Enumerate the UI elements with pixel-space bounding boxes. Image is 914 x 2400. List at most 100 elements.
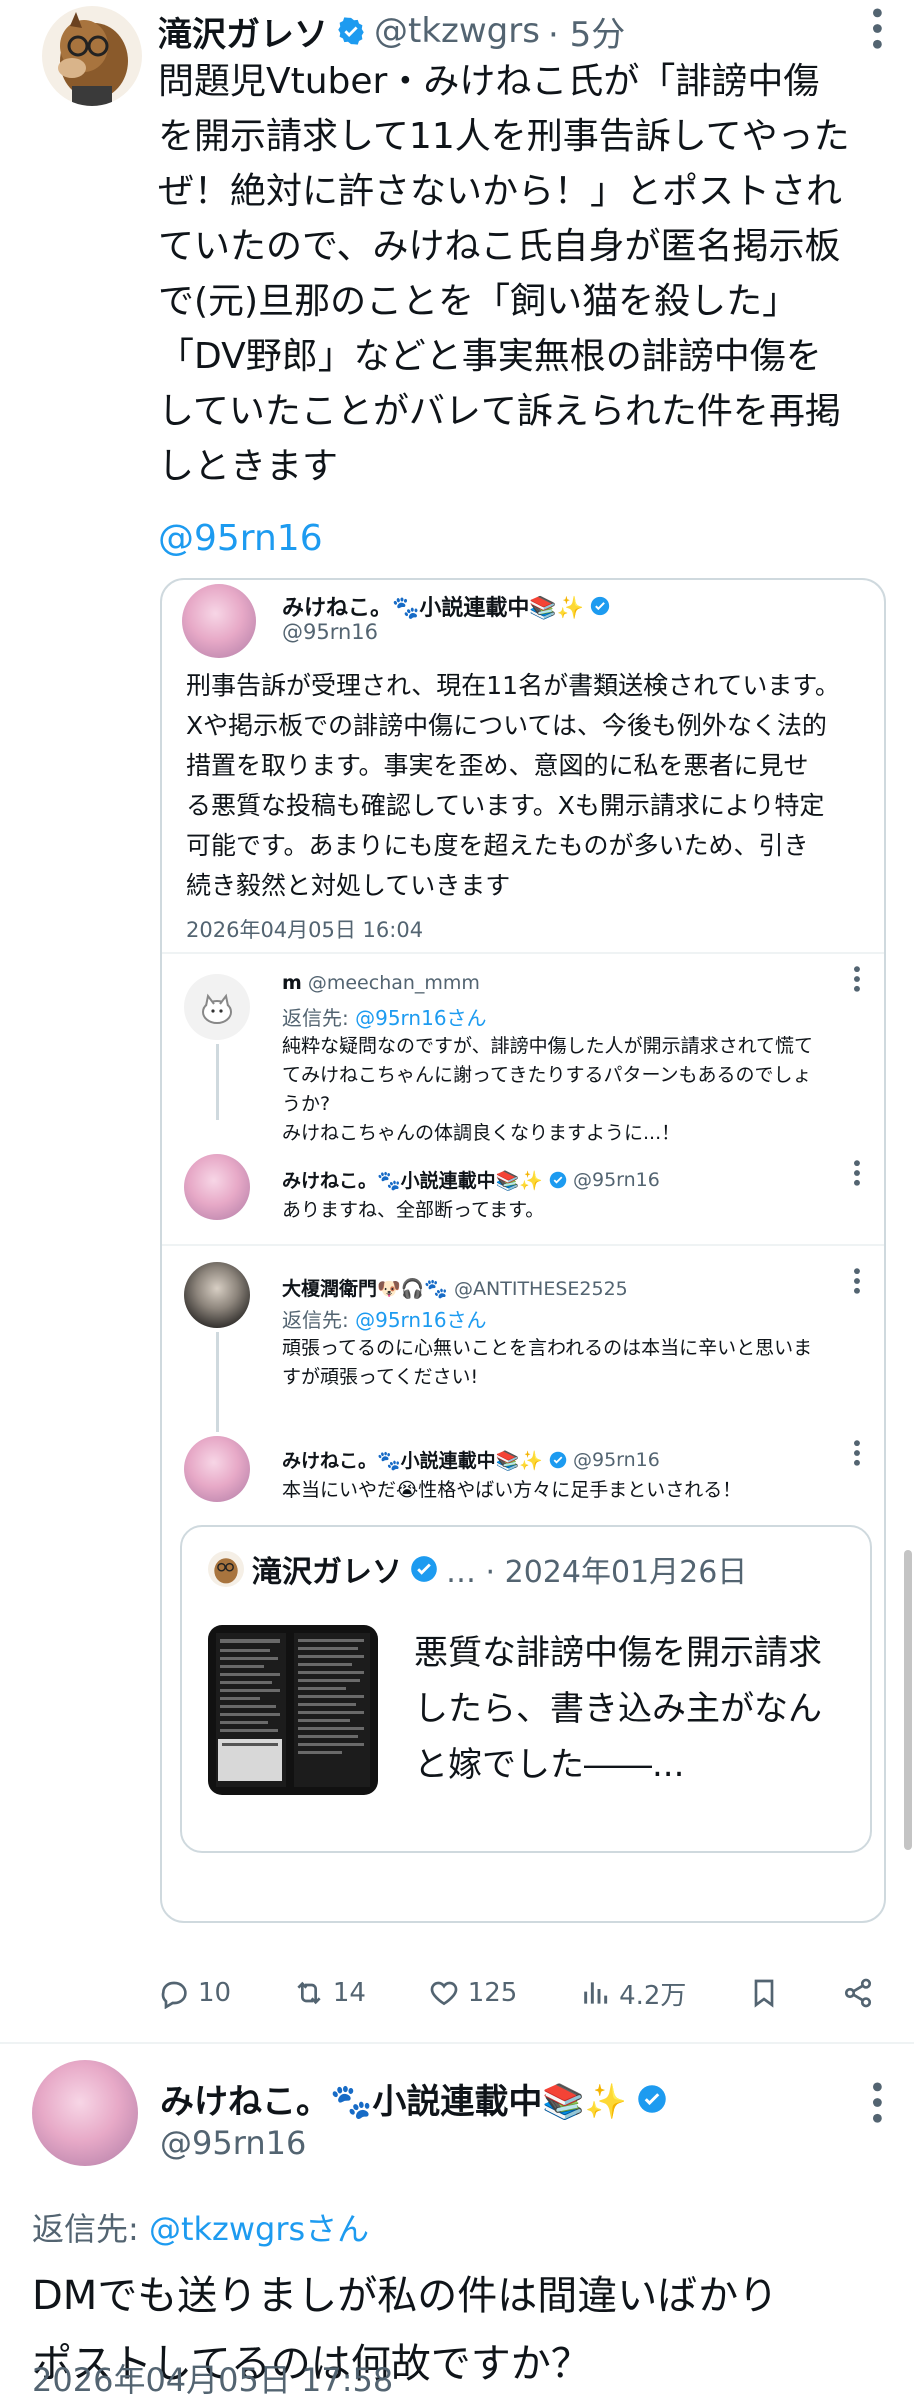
scrollbar[interactable] [904, 1550, 912, 1850]
reply-to: 返信先: @95rn16さん [282, 1002, 487, 1031]
author-handle[interactable]: @tkzwgrs [374, 11, 540, 51]
more-options-icon[interactable]: ••• [845, 963, 869, 992]
quote-line: 続き毅然と対処していきます [186, 871, 511, 900]
tweet-text: 問題児Vtuber・みけねこ氏が「誹謗中傷 を開示請求して11人を刑事告訴してや… [158, 54, 888, 494]
repost-icon [297, 1981, 321, 2005]
inner-quote-meta: … · 2024年01月26日 [446, 1555, 748, 1590]
reply-icon [161, 1981, 187, 2009]
reply-to-link[interactable]: @95rn16さん [355, 1308, 486, 1332]
reply-to-label: 返信先: [282, 1006, 356, 1030]
reply-header: m @meechan_mmm [282, 972, 480, 994]
cat-drawing-icon [202, 993, 232, 1024]
reply-to: 返信先: @95rn16さん [282, 1304, 487, 1333]
reply-line: 本当にいやだ😭性格やばい方々に足手まといされる！ [282, 1479, 742, 1501]
verified-badge-icon [549, 1451, 567, 1468]
reply-avatar[interactable] [184, 1262, 250, 1328]
thread-line [216, 1044, 219, 1120]
reply-author-name[interactable]: 大榎潤衛門🐶🎧🐾 [282, 1278, 448, 1300]
like-button[interactable]: 125 [428, 1977, 518, 2009]
heart-icon [430, 1981, 458, 2006]
reply-to-link[interactable]: @tkzwgrsさん [149, 2210, 369, 2248]
tweet-time[interactable]: · 5分 [548, 7, 625, 56]
reply-tweet-author-handle[interactable]: @95rn16 [160, 2124, 306, 2162]
more-options-icon[interactable]: ••• [858, 4, 893, 51]
verified-badge-icon [549, 1171, 567, 1188]
more-options-icon[interactable]: ••• [845, 1265, 869, 1294]
verified-badge-icon [411, 1556, 437, 1582]
share-button[interactable] [842, 1977, 874, 2009]
share-icon [844, 1978, 872, 2008]
verified-badge-icon [338, 17, 364, 45]
tweet-line: しときます [158, 446, 339, 487]
quote-avatar[interactable] [182, 584, 256, 658]
inner-quote-text: 悪質な誹謗中傷を開示請求 したら、書き込み主がなん と嫁でした――... [414, 1625, 854, 1793]
quote-line: 刑事告訴が受理され、現在11名が書類送検されています。 [186, 671, 840, 700]
like-count: 125 [467, 1978, 518, 2008]
reply-author-name[interactable]: みけねこ。🐾小説連載中📚✨ [282, 1166, 543, 1193]
reply-line: みけねこちゃんの体調良くなりますように...！ [282, 1122, 681, 1144]
repost-button[interactable]: 14 [293, 1977, 366, 2009]
tweet-line: 問題児Vtuber・みけねこ氏が「誹謗中傷 [158, 61, 820, 102]
author-name[interactable]: 滝沢ガレソ [158, 7, 328, 56]
quote-line: Xや掲示板での誹謗中傷については、今後も例外なく法的 [186, 711, 827, 740]
inner-quote-header: 滝沢ガレソ … · 2024年01月26日 [208, 1547, 747, 1591]
reply-author-handle[interactable]: @95rn16 [573, 1449, 660, 1471]
quoted-screenshot-card[interactable]: みけねこ。🐾小説連載中📚✨ @95rn16 刑事告訴が受理され、現在11名が書類… [160, 578, 886, 1923]
bookmark-icon [754, 1979, 774, 2008]
reply-text: 頑張ってるのに心無いことを言われるのは本当に辛いと思いま すが頑張ってください! [282, 1334, 878, 1392]
reply-avatar[interactable] [184, 1436, 250, 1502]
verified-badge-icon [591, 596, 610, 616]
reply-line: うか? [282, 1093, 331, 1115]
reply-avatar[interactable] [184, 974, 250, 1040]
reply-count: 10 [198, 1978, 232, 2008]
inner-quote-line: 悪質な誹謗中傷を開示請求 [414, 1633, 822, 1673]
reply-line: すが頑張ってください! [282, 1366, 479, 1388]
more-options-icon[interactable]: ••• [845, 1157, 869, 1186]
quote-author-handle[interactable]: @95rn16 [282, 620, 378, 644]
reply-author-handle[interactable]: @ANTITHESE2525 [454, 1278, 628, 1300]
inner-quote-line: したら、書き込み主がなん [414, 1689, 822, 1729]
mention-link[interactable]: @95rn16 [158, 518, 323, 559]
reply-author-name[interactable]: m [282, 972, 302, 994]
views-button[interactable]: 4.2万 [579, 1975, 686, 2012]
reply-button[interactable]: 10 [158, 1977, 231, 2009]
inner-quote-card[interactable]: 滝沢ガレソ … · 2024年01月26日 悪質な誹謗中傷を開示請求 したら、書… [180, 1525, 872, 1853]
inner-quote-author[interactable]: 滝沢ガレソ [252, 1547, 402, 1591]
inner-quote-avatar[interactable] [208, 1551, 244, 1587]
reply-line: 純粋な疑問なのですが、誹謗中傷した人が開示請求されて慌て [282, 1035, 814, 1057]
reply-avatar[interactable] [184, 1154, 250, 1220]
divider [162, 952, 884, 954]
reply-tweet-author-name[interactable]: みけねこ。🐾小説連載中📚✨ [160, 2074, 627, 2123]
reply-to-link[interactable]: @95rn16さん [355, 1006, 486, 1030]
tweet-line: ぜ！絶対に許さないから！」とポストされ [158, 171, 843, 212]
reply-author-avatar[interactable] [32, 2060, 138, 2166]
more-options-icon[interactable]: ••• [858, 2078, 893, 2125]
reply-to: 返信先: @tkzwgrsさん [32, 2204, 369, 2250]
reply-tweet-line: DMでも送りましが私の件は間違いばかり [32, 2273, 779, 2319]
quote-line: 可能です。あまりにも度を超えたものが多いため、引き [186, 831, 809, 860]
inner-quote-line: と嫁でした――... [414, 1745, 685, 1785]
thread-line [216, 1332, 219, 1432]
quote-author-name[interactable]: みけねこ。🐾小説連載中📚✨ [282, 590, 584, 622]
tweet-header: 滝沢ガレソ @tkzwgrs · 5分 [158, 7, 625, 56]
reply-author-name[interactable]: みけねこ。🐾小説連載中📚✨ [282, 1446, 543, 1473]
quote-header: みけねこ。🐾小説連載中📚✨ [282, 590, 610, 622]
verified-badge-icon [638, 2084, 666, 2113]
author-avatar[interactable] [42, 6, 142, 106]
more-options-icon[interactable]: ••• [845, 1437, 869, 1466]
reply-author-handle[interactable]: @95rn16 [573, 1169, 660, 1191]
bookmark-button[interactable] [748, 1977, 780, 2009]
inner-quote-thumbnail[interactable] [208, 1625, 378, 1795]
repost-count: 14 [332, 1978, 366, 2008]
reply-to-label: 返信先: [32, 2210, 149, 2248]
tweet-line: していたことがバレて訴えられた件を再掲 [158, 391, 841, 432]
reply-author-handle[interactable]: @meechan_mmm [308, 972, 480, 994]
quote-line: る悪質な投稿も確認しています。Xも開示請求により特定 [186, 791, 825, 820]
reply-text: ありますね、全部断ってます。 [282, 1196, 544, 1225]
quote-date: 2026年04月05日 16:04 [186, 918, 424, 942]
reply-text: 純粋な疑問なのですが、誹謗中傷した人が開示請求されて慌て てみけねこちゃんに謝っ… [282, 1032, 878, 1148]
reply-line: 頑張ってるのに心無いことを言われるのは本当に辛いと思いま [282, 1337, 813, 1359]
divider [0, 2042, 914, 2044]
reply-to-label: 返信先: [282, 1308, 356, 1332]
reply-text: 本当にいやだ😭性格やばい方々に足手まといされる！ [282, 1476, 741, 1505]
